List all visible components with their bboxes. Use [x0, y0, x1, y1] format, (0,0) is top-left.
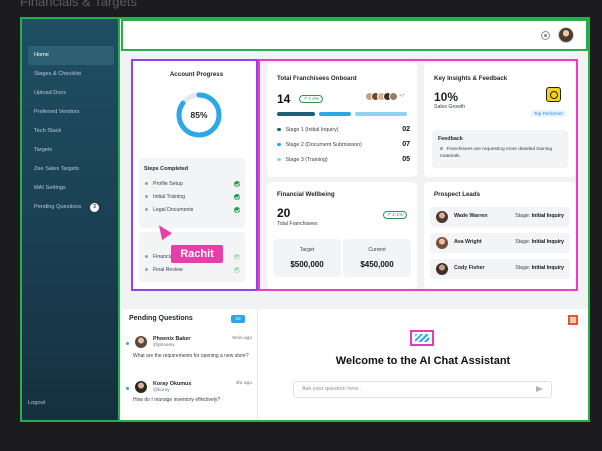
- question-item[interactable]: Koray Okumus @koray 4hr ago How do I man…: [126, 381, 256, 417]
- send-icon[interactable]: [536, 386, 543, 392]
- question-time: 4hr ago: [235, 381, 252, 386]
- question-author: Koray Okumus: [153, 381, 192, 387]
- sidebar-item-mai-settings[interactable]: MAI Settings: [28, 179, 114, 198]
- cursor-label: Rachit: [171, 245, 223, 263]
- sidebar-item-targets[interactable]: Targets: [28, 141, 114, 160]
- sidebar: Home Stages & Checklist Upload Docs Pref…: [22, 19, 120, 420]
- question-item[interactable]: Phoenix Baker @phoenix 5min ago What are…: [126, 336, 256, 372]
- sidebar-item-label: Preferred Vendors: [34, 109, 80, 115]
- sidebar-item-stages-checklist[interactable]: Stages & Checklist: [28, 65, 114, 84]
- sidebar-item-label: Zee Sales Targets: [34, 166, 79, 172]
- sidebar-item-label: Targets: [34, 147, 53, 153]
- sidebar-item-pending-questions[interactable]: Pending Questions 3: [28, 198, 114, 217]
- avatar: [135, 336, 147, 348]
- logout-link[interactable]: Logout: [28, 400, 45, 406]
- sidebar-item-label: Tech Stack: [34, 128, 62, 134]
- expand-icon[interactable]: [568, 315, 578, 325]
- avatar: [135, 381, 147, 393]
- question-text: What are the requirements for opening a …: [133, 353, 249, 359]
- highlight-outline: [258, 59, 578, 291]
- sidebar-item-label: MAI Settings: [34, 185, 66, 191]
- chat-panel: Welcome to the AI Chat Assistant Ask you…: [258, 309, 588, 420]
- page-title: Financials & Targets: [20, 0, 137, 9]
- sidebar-item-preferred-vendors[interactable]: Preferred Vendors: [28, 103, 114, 122]
- sidebar-item-label: Stages & Checklist: [34, 71, 81, 77]
- sidebar-item-upload-docs[interactable]: Upload Docs: [28, 84, 114, 103]
- question-text: How do I manage inventory effectively?: [133, 397, 221, 403]
- unread-dot: [126, 387, 129, 390]
- pending-questions-panel: Pending Questions 10 Phoenix Baker @phoe…: [121, 309, 258, 420]
- sidebar-item-home[interactable]: Home: [28, 46, 114, 65]
- top-bar: [121, 19, 588, 51]
- question-author: Phoenix Baker: [153, 336, 191, 342]
- sidebar-item-tech-stack[interactable]: Tech Stack: [28, 122, 114, 141]
- settings-icon[interactable]: [541, 31, 550, 40]
- assistant-logo-icon: [410, 330, 434, 346]
- sidebar-item-label: Pending Questions: [34, 204, 82, 210]
- sidebar-item-label: Home: [34, 52, 49, 58]
- sidebar-item-zee-sales-targets[interactable]: Zee Sales Targets: [28, 160, 114, 179]
- question-time: 5min ago: [232, 336, 252, 341]
- user-avatar[interactable]: [558, 27, 574, 43]
- app-frame: Home Stages & Checklist Upload Docs Pref…: [20, 17, 590, 422]
- unread-dot: [126, 342, 129, 345]
- chat-title: Welcome to the AI Chat Assistant: [335, 355, 511, 367]
- chat-input[interactable]: Ask your question here..: [293, 381, 552, 398]
- question-handle: @phoenix: [153, 343, 175, 348]
- pending-count-badge: 3: [90, 203, 99, 212]
- pending-count-badge: 10: [231, 315, 245, 323]
- sidebar-nav: Home Stages & Checklist Upload Docs Pref…: [28, 46, 114, 217]
- question-handle: @koray: [153, 388, 170, 393]
- sidebar-item-label: Upload Docs: [34, 90, 67, 96]
- pending-questions-title: Pending Questions: [129, 315, 193, 322]
